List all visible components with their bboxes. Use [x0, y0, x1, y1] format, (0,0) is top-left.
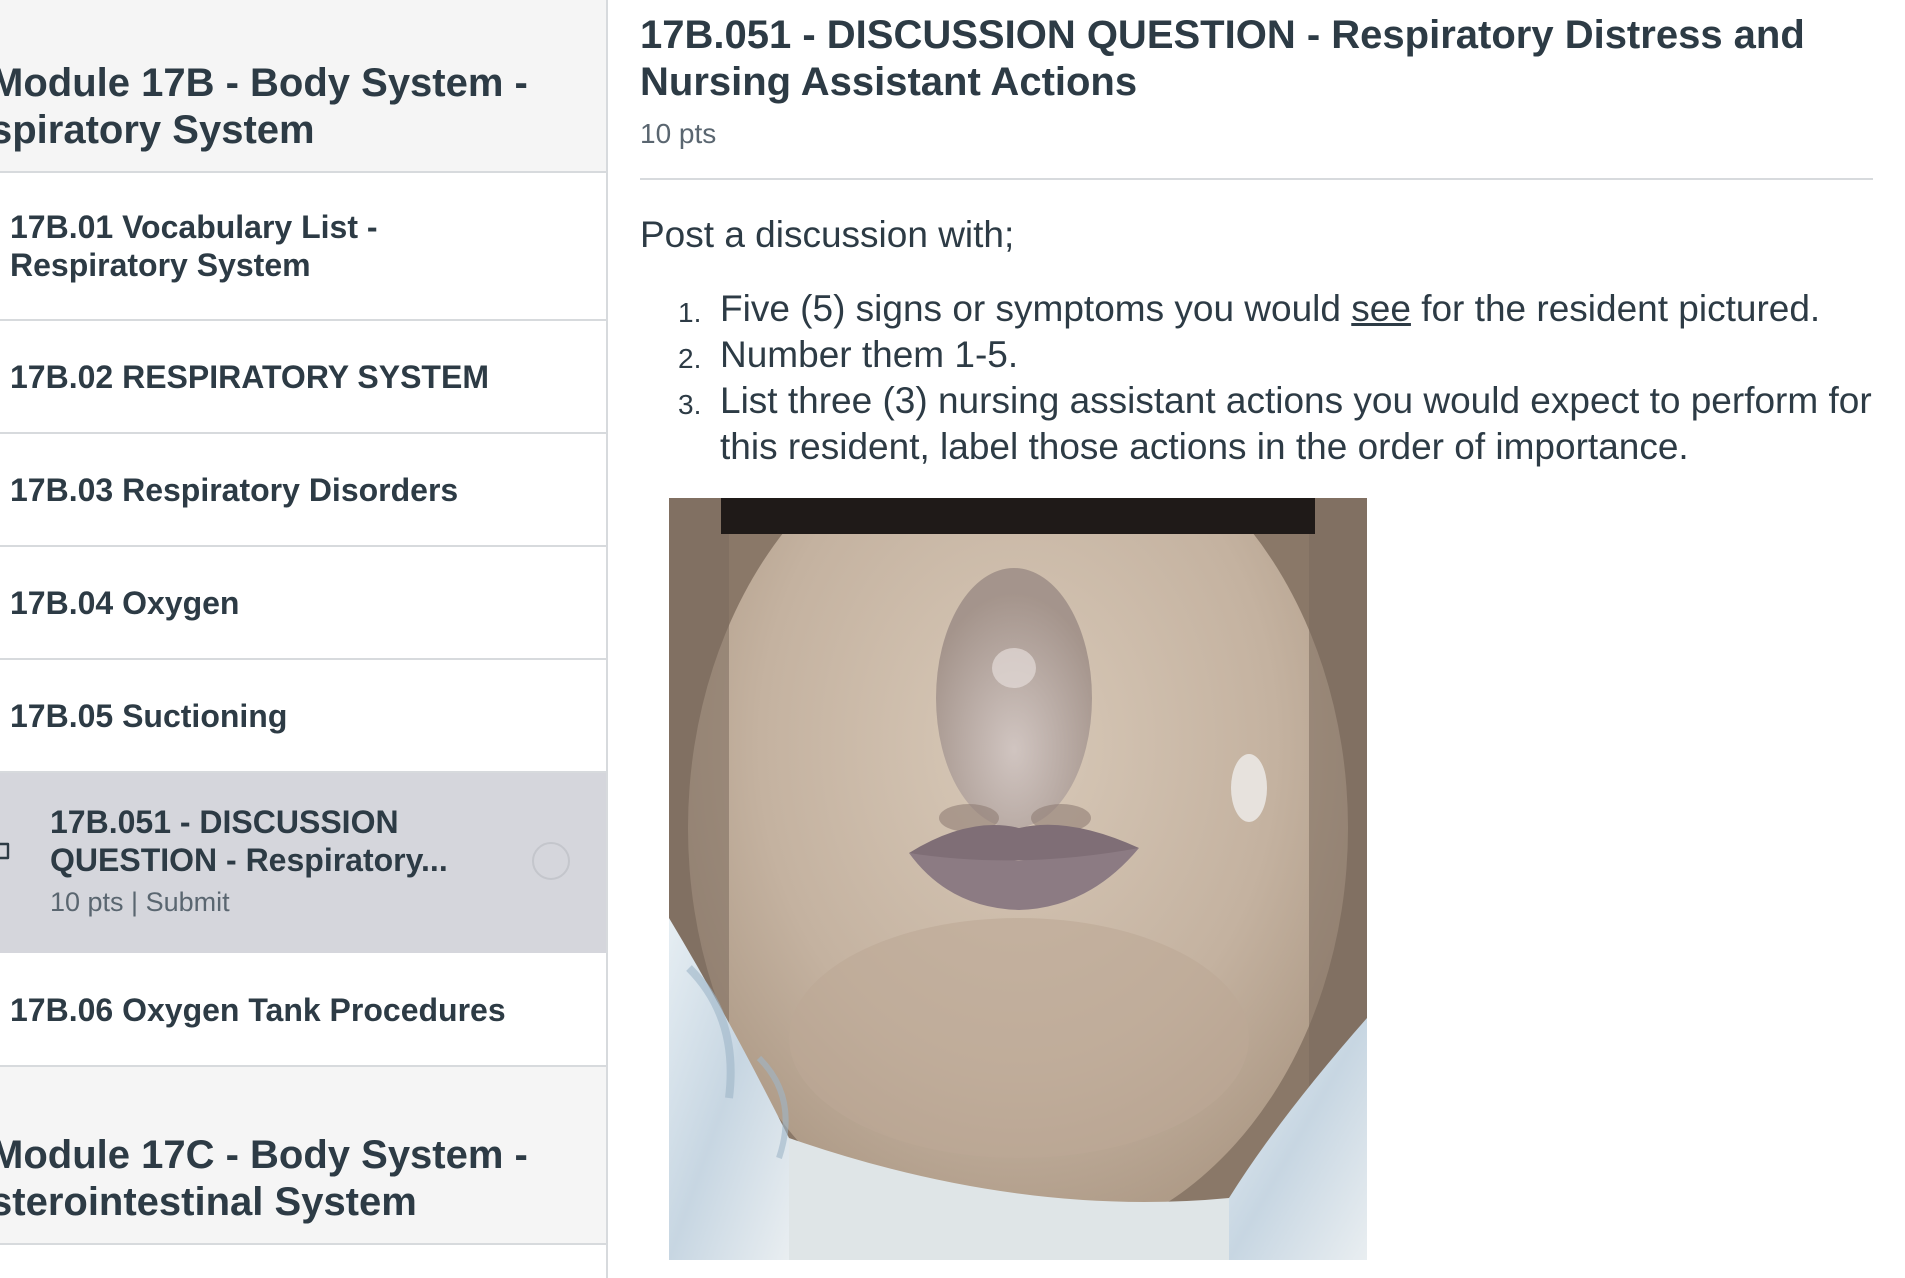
sidebar-item-vocabulary[interactable]: 17B.01 Vocabulary List - Respiratory Sys…	[0, 173, 606, 321]
sidebar-item-label: QUESTION - Respiratory...	[50, 842, 448, 878]
page-title: 17B.051 - DISCUSSION QUESTION - Respirat…	[640, 13, 1805, 104]
module-title-line2: spiratory System	[0, 108, 315, 152]
list-item: 1. Five (5) signs or symptoms you would …	[640, 286, 1905, 332]
sidebar-item-label: 17B.02 RESPIRATORY SYSTEM	[10, 359, 489, 395]
sidebar-item-label: 17B.03 Respiratory Disorders	[10, 472, 459, 508]
list-text: Number them 1-5.	[720, 334, 1019, 375]
sidebar-item-respiratory-disorders[interactable]: 17B.03 Respiratory Disorders	[0, 434, 606, 547]
list-number: 1.	[678, 297, 702, 328]
sidebar-item-label: 17B.051 - DISCUSSION	[50, 804, 399, 840]
sidebar-item-oxygen-tank[interactable]: 17B.06 Oxygen Tank Procedures	[0, 953, 606, 1067]
resident-photo	[669, 498, 1367, 1260]
discussion-icon	[0, 842, 10, 860]
assignment-content: 17B.051 - DISCUSSION QUESTION - Respirat…	[640, 0, 1905, 1278]
module-title-line1: Module 17B - Body System -	[0, 61, 528, 105]
list-text: Five (5) signs or symptoms you would see…	[720, 286, 1900, 332]
intro-text: Post a discussion with;	[640, 214, 1015, 255]
module-header-17c[interactable]: Module 17C - Body System - sterointestin…	[0, 1067, 606, 1245]
sidebar-item-suctioning[interactable]: 17B.05 Suctioning	[0, 660, 606, 773]
completion-status-circle	[532, 842, 570, 880]
list-text-pre: Five (5) signs or symptoms you would	[720, 288, 1352, 329]
list-item: 2. Number them 1-5.	[640, 332, 1905, 378]
module-title-line1: Module 17C - Body System -	[0, 1133, 528, 1177]
list-item: 3. List three (3) nursing assistant acti…	[640, 378, 1905, 470]
points-value: 10 pts	[640, 118, 717, 149]
divider	[640, 178, 1873, 180]
module-title-line2: sterointestinal System	[0, 1180, 417, 1224]
sidebar-item-next[interactable]	[0, 1245, 606, 1278]
sidebar-item-label: 17B.05 Suctioning	[10, 698, 288, 734]
list-text: List three (3) nursing assistant actions…	[720, 380, 1872, 467]
sidebar-item-discussion-active[interactable]: 17B.051 - DISCUSSION QUESTION - Respirat…	[0, 773, 606, 953]
module-header-17b[interactable]: Module 17B - Body System - spiratory Sys…	[0, 0, 606, 173]
sidebar-item-respiratory-system[interactable]: 17B.02 RESPIRATORY SYSTEM	[0, 321, 606, 434]
sidebar-item-label: 17B.06 Oxygen Tank Procedures	[10, 992, 506, 1028]
list-number: 2.	[678, 343, 702, 374]
module-sidebar: Module 17B - Body System - spiratory Sys…	[0, 0, 608, 1278]
sidebar-item-oxygen[interactable]: 17B.04 Oxygen	[0, 547, 606, 660]
face-illustration	[669, 498, 1367, 1260]
list-text-post: for the resident pictured.	[1410, 288, 1821, 329]
sidebar-item-label: 17B.01 Vocabulary List -	[10, 209, 378, 245]
instruction-list: 1. Five (5) signs or symptoms you would …	[640, 286, 1905, 470]
list-number: 3.	[678, 389, 702, 420]
sidebar-item-label: Respiratory System	[10, 247, 311, 283]
item-meta-points-submit: 10 pts | Submit	[50, 887, 230, 917]
emphasis-see: see	[1351, 288, 1411, 329]
sidebar-item-label: 17B.04 Oxygen	[10, 585, 240, 621]
